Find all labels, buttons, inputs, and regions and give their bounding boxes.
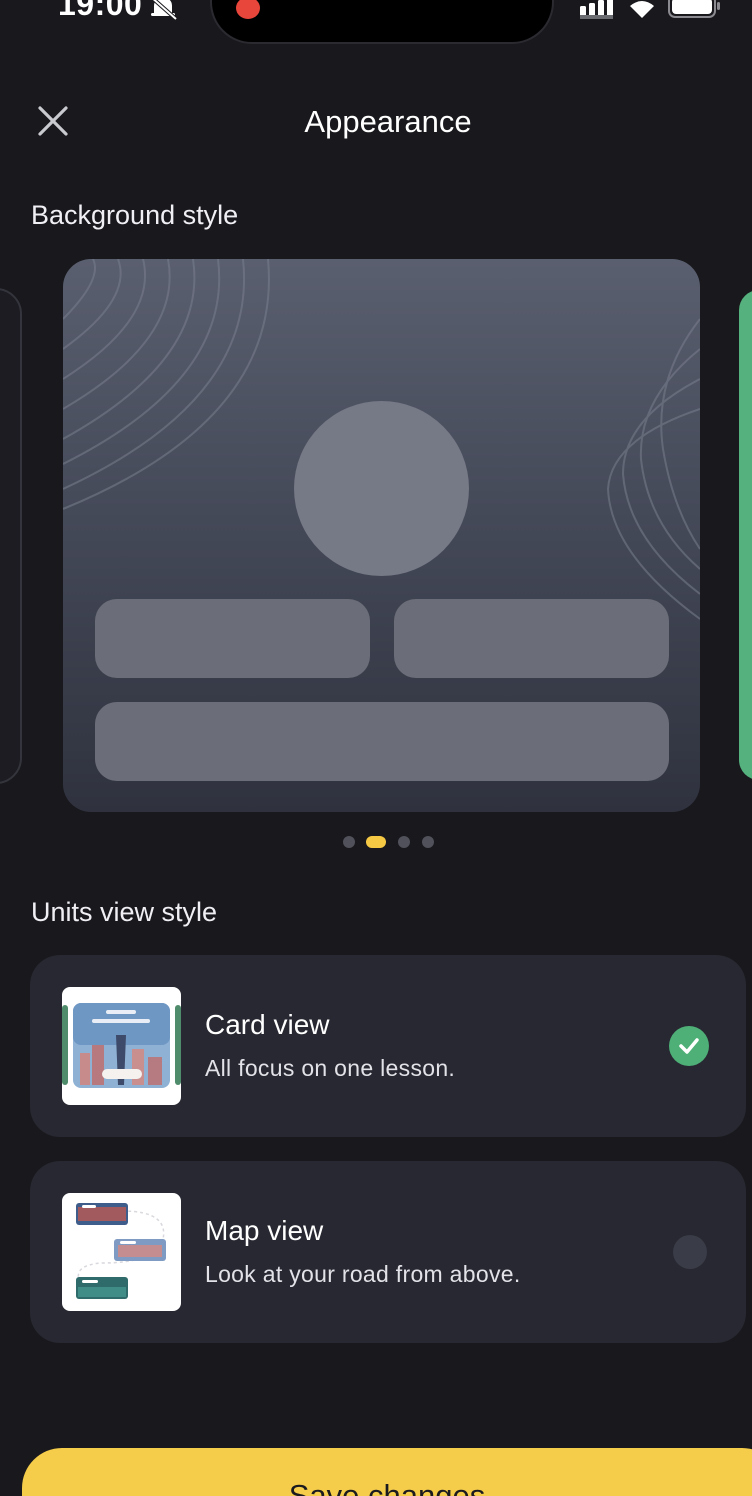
card-view-thumbnail [62,987,181,1105]
bell-off-icon [151,0,178,20]
page-dot[interactable] [343,836,355,848]
map-view-thumbnail [62,1193,181,1311]
background-style-heading: Background style [31,200,239,230]
selected-check-icon[interactable] [669,1026,709,1066]
background-option-next[interactable] [739,290,752,780]
button-placeholder [394,599,669,678]
save-changes-label: Save changes [288,1478,486,1496]
card-view-option[interactable]: Card view All focus on one lesson. [30,955,746,1137]
wide-button-placeholder [95,702,669,781]
button-placeholder [95,599,370,678]
avatar-placeholder [294,401,469,576]
background-option-current[interactable] [63,259,700,812]
appearance-screen: 19:00 Appearance Background style Units … [0,0,752,1496]
battery-icon [668,0,720,18]
signal-icon [580,0,613,19]
map-view-option[interactable]: Map view Look at your road from above. [30,1161,746,1343]
unselected-radio[interactable] [673,1235,707,1269]
page-dot[interactable] [422,836,434,848]
save-changes-button[interactable]: Save changes [22,1448,752,1496]
units-view-style-heading: Units view style [31,897,218,927]
map-view-title: Map view [205,1215,324,1246]
page-dot-active[interactable] [366,836,386,848]
page-dot[interactable] [398,836,410,848]
status-time: 19:00 [58,0,143,22]
page-title: Appearance [304,104,472,139]
wifi-icon [630,1,654,18]
map-view-subtitle: Look at your road from above. [205,1261,521,1287]
dynamic-island [210,0,554,44]
card-view-subtitle: All focus on one lesson. [205,1055,456,1081]
background-option-previous[interactable] [0,288,22,784]
card-view-title: Card view [205,1009,330,1040]
